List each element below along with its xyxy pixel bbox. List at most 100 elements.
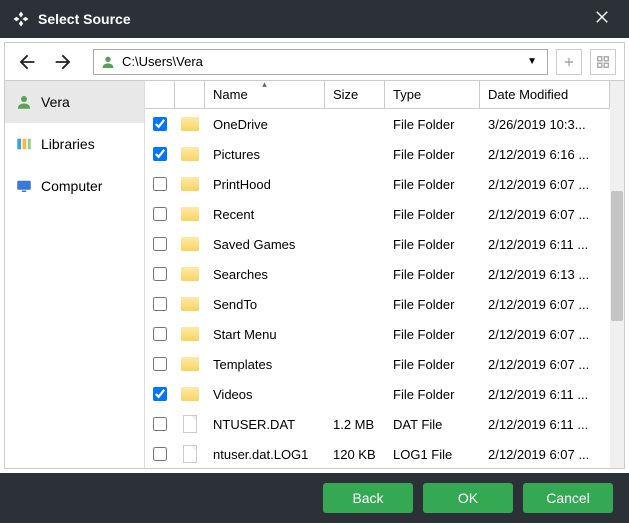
cell-name: PrintHood (205, 177, 325, 192)
cell-name: Recent (205, 207, 325, 222)
row-checkbox[interactable] (153, 447, 167, 461)
table-row[interactable]: Start Menu File Folder2/12/2019 6:07 ... (145, 319, 610, 349)
sidebar-item-label: Libraries (41, 136, 95, 152)
folder-icon (181, 387, 199, 401)
cell-date: 2/12/2019 6:07 ... (480, 177, 606, 192)
sidebar-item-label: Computer (41, 178, 102, 194)
footer: Back OK Cancel (0, 473, 629, 523)
path-dropdown-icon[interactable]: ▼ (523, 56, 541, 67)
table-body: OneDriveFile Folder3/26/2019 10:3...Pict… (145, 109, 610, 468)
cell-name: Templates (205, 357, 325, 372)
dialog-body: ▼ Vera Libraries Computer Name Size Type D… (4, 42, 625, 469)
cell-type: LOG1 File (385, 447, 480, 462)
cell-date: 2/12/2019 6:13 ... (480, 267, 606, 282)
table-row[interactable]: SearchesFile Folder2/12/2019 6:13 ... (145, 259, 610, 289)
table-row[interactable]: SendToFile Folder2/12/2019 6:07 ... (145, 289, 610, 319)
sidebar-item-libraries[interactable]: Libraries (5, 123, 144, 165)
cell-name: Start Menu (205, 327, 325, 342)
cell-date: 2/12/2019 6:07 ... (480, 447, 606, 462)
table-row[interactable]: PrintHood File Folder2/12/2019 6:07 ... (145, 169, 610, 199)
vertical-scrollbar[interactable] (610, 81, 624, 468)
col-icon (175, 81, 205, 108)
cell-type: File Folder (385, 327, 480, 342)
cell-name: NTUSER.DAT (205, 417, 325, 432)
row-checkbox[interactable] (153, 297, 167, 311)
cancel-button[interactable]: Cancel (523, 483, 613, 513)
folder-icon (181, 267, 199, 281)
table-row[interactable]: Recent File Folder2/12/2019 6:07 ... (145, 199, 610, 229)
cell-date: 2/12/2019 6:07 ... (480, 327, 606, 342)
back-nav-button[interactable] (13, 48, 41, 76)
folder-icon (181, 147, 199, 161)
cell-date: 2/12/2019 6:07 ... (480, 357, 606, 372)
cell-type: File Folder (385, 357, 480, 372)
row-checkbox[interactable] (153, 267, 167, 281)
row-checkbox[interactable] (153, 327, 167, 341)
cell-type: File Folder (385, 207, 480, 222)
cell-name: Saved Games (205, 237, 325, 252)
folder-icon (181, 177, 199, 191)
cell-name: SendTo (205, 297, 325, 312)
cell-date: 2/12/2019 6:07 ... (480, 207, 606, 222)
table-row[interactable]: VideosFile Folder2/12/2019 6:11 ... (145, 379, 610, 409)
user-icon (15, 93, 33, 111)
cell-date: 3/26/2019 10:3... (480, 117, 606, 132)
new-folder-button[interactable] (556, 49, 582, 75)
scroll-thumb[interactable] (611, 191, 623, 321)
row-checkbox[interactable] (153, 237, 167, 251)
close-icon[interactable] (587, 6, 617, 32)
row-checkbox[interactable] (153, 177, 167, 191)
toolbar: ▼ (5, 43, 624, 81)
sidebar-item-label: Vera (41, 94, 70, 110)
file-icon (183, 445, 197, 463)
folder-icon (181, 207, 199, 221)
col-size[interactable]: Size (325, 81, 385, 108)
back-button[interactable]: Back (323, 483, 413, 513)
row-checkbox[interactable] (153, 357, 167, 371)
table-row[interactable]: Templates File Folder2/12/2019 6:07 ... (145, 349, 610, 379)
path-input[interactable] (122, 54, 517, 69)
cell-type: File Folder (385, 147, 480, 162)
computer-icon (15, 177, 33, 195)
col-date[interactable]: Date Modified (480, 81, 610, 108)
table-row[interactable]: ntuser.dat.LOG1120 KBLOG1 File2/12/2019 … (145, 439, 610, 468)
view-grid-button[interactable] (590, 49, 616, 75)
table-row[interactable]: NTUSER.DAT1.2 MBDAT File2/12/2019 6:11 .… (145, 409, 610, 439)
row-checkbox[interactable] (153, 417, 167, 431)
titlebar: Select Source (0, 0, 629, 38)
cell-type: File Folder (385, 297, 480, 312)
folder-icon (181, 237, 199, 251)
table-header: Name Size Type Date Modified (145, 81, 610, 109)
sidebar-item-vera[interactable]: Vera (5, 81, 144, 123)
row-checkbox[interactable] (153, 147, 167, 161)
forward-nav-button[interactable] (49, 48, 77, 76)
ok-button[interactable]: OK (423, 483, 513, 513)
sidebar-item-computer[interactable]: Computer (5, 165, 144, 207)
row-checkbox[interactable] (153, 207, 167, 221)
cell-name: ntuser.dat.LOG1 (205, 447, 325, 462)
file-table: Name Size Type Date Modified OneDriveFil… (145, 81, 610, 468)
cell-date: 2/12/2019 6:11 ... (480, 387, 606, 402)
cell-name: Pictures (205, 147, 325, 162)
cell-name: OneDrive (205, 117, 325, 132)
table-row[interactable]: Saved GamesFile Folder2/12/2019 6:11 ... (145, 229, 610, 259)
row-checkbox[interactable] (153, 117, 167, 131)
cell-type: File Folder (385, 387, 480, 402)
cell-size: 120 KB (325, 447, 385, 462)
user-icon (100, 54, 116, 70)
cell-date: 2/12/2019 6:11 ... (480, 237, 606, 252)
col-type[interactable]: Type (385, 81, 480, 108)
folder-icon (181, 327, 199, 341)
row-checkbox[interactable] (153, 387, 167, 401)
file-icon (183, 415, 197, 433)
cell-size: 1.2 MB (325, 417, 385, 432)
cell-type: File Folder (385, 177, 480, 192)
folder-icon (181, 357, 199, 371)
cell-name: Searches (205, 267, 325, 282)
app-logo-icon (12, 10, 30, 28)
table-row[interactable]: PicturesFile Folder2/12/2019 6:16 ... (145, 139, 610, 169)
col-name[interactable]: Name (205, 81, 325, 108)
table-row[interactable]: OneDriveFile Folder3/26/2019 10:3... (145, 109, 610, 139)
libraries-icon (15, 135, 33, 153)
body: Vera Libraries Computer Name Size Type Dat… (5, 81, 624, 468)
